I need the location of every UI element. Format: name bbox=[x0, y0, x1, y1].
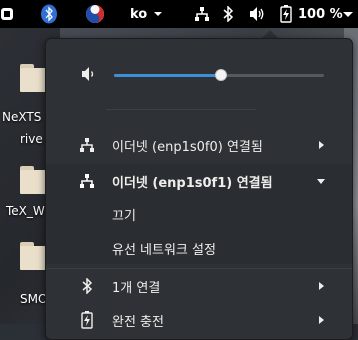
volume-slider-handle[interactable] bbox=[215, 69, 228, 81]
battery-charging-icon[interactable] bbox=[280, 0, 292, 28]
chevron-down-icon bbox=[154, 12, 163, 16]
keyboard-input-icon[interactable] bbox=[85, 0, 105, 28]
network-wired-icon[interactable] bbox=[194, 0, 210, 28]
wired-settings-item[interactable]: 유선 네트워크 설정 bbox=[46, 231, 352, 265]
system-menu: 이더넷 (enp1s0f0) 연결됨 이더넷 (enp1s0f1) 연결됨 끄기… bbox=[45, 38, 353, 340]
network-wired-icon bbox=[78, 136, 96, 154]
desktop-item-label[interactable]: TeX_W bbox=[6, 204, 45, 218]
network-disconnect-item[interactable]: 끄기 bbox=[46, 197, 352, 231]
chevron-right-icon bbox=[319, 141, 324, 149]
bluetooth-row[interactable]: 1개 연결 bbox=[46, 269, 352, 303]
menu-launcher-icon[interactable] bbox=[0, 0, 14, 28]
desktop-item-label[interactable]: SMO bbox=[20, 292, 47, 306]
battery-percent[interactable]: 100 % bbox=[298, 0, 343, 28]
chevron-right-icon bbox=[319, 282, 324, 290]
power-row-label: 완전 충전 bbox=[112, 314, 164, 330]
volume-slider-fill bbox=[114, 74, 222, 77]
input-method-label: ko bbox=[130, 6, 148, 22]
network-row-enp1s0f0[interactable]: 이더넷 (enp1s0f0) 연결됨 bbox=[46, 128, 352, 162]
top-bar: ko 100 % bbox=[0, 0, 358, 28]
network-row-enp1s0f1[interactable]: 이더넷 (enp1s0f1) 연결됨 bbox=[46, 164, 352, 198]
bluetooth-app-icon[interactable] bbox=[40, 0, 58, 28]
separator bbox=[106, 109, 256, 110]
menu-pointer bbox=[262, 30, 278, 38]
bluetooth-row-label: 1개 연결 bbox=[112, 280, 161, 296]
network-wired-icon bbox=[78, 172, 96, 190]
chevron-down-icon bbox=[317, 179, 325, 184]
bluetooth-icon[interactable] bbox=[222, 0, 234, 28]
battery-icon bbox=[78, 311, 96, 329]
network-row-label: 이더넷 (enp1s0f1) 연결됨 bbox=[112, 175, 273, 191]
volume-low-icon[interactable] bbox=[80, 66, 98, 82]
network-row-label: 이더넷 (enp1s0f0) 연결됨 bbox=[112, 139, 263, 155]
desktop-item-label[interactable]: NeXTS bbox=[2, 110, 41, 124]
desktop-item-label[interactable]: rive bbox=[20, 132, 43, 146]
power-menu-icon[interactable] bbox=[342, 0, 354, 28]
volume-slider[interactable] bbox=[114, 69, 324, 81]
bluetooth-icon bbox=[78, 277, 96, 295]
volume-icon[interactable] bbox=[248, 0, 266, 28]
input-method-selector[interactable]: ko bbox=[130, 0, 163, 28]
power-row[interactable]: 완전 충전 bbox=[46, 303, 352, 337]
